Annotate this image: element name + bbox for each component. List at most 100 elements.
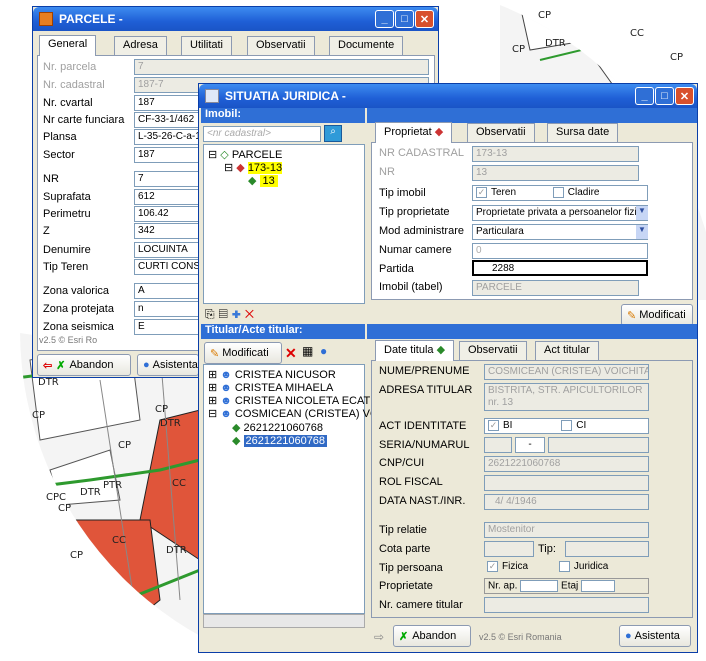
- tab-date-titular[interactable]: Date titula ◆: [375, 340, 455, 361]
- help-icon[interactable]: ●: [320, 344, 327, 358]
- parcele-field-label: Nr. cadastral: [43, 79, 105, 91]
- partida-field[interactable]: 2288: [472, 260, 648, 276]
- imobil-tree: ⊟ ◇ PARCELE ⊟ ◆ 173-13 ◆ 13: [203, 144, 365, 304]
- titular-tree-item[interactable]: ⊞ ☻ CRISTEA NICOLETA ECATE: [208, 394, 378, 407]
- tab-observatii[interactable]: Observatii: [247, 36, 315, 55]
- expand-icon[interactable]: ⊞: [208, 382, 220, 394]
- collapse-icon[interactable]: ⊟: [208, 408, 220, 420]
- forward-arrow-icon[interactable]: ⇨: [374, 630, 384, 644]
- person-icon: ☻: [220, 369, 235, 381]
- numar-camere-field[interactable]: 0: [472, 243, 648, 259]
- delete-icon[interactable]: ✕: [245, 307, 258, 321]
- tab-adresa[interactable]: Adresa: [114, 36, 167, 55]
- person-icon: ☻: [220, 408, 235, 420]
- act-identitate-group: ✓ BI CI: [484, 418, 649, 434]
- parcele-field-label: NR: [43, 173, 59, 185]
- tag-icon: ◆: [436, 344, 446, 356]
- parcele-field-label: Nr carte funciara: [43, 114, 125, 126]
- close-button[interactable]: ✕: [675, 87, 694, 105]
- situatia-window: SITUATIA JURIDICA - _ □ ✕ Imobil: <nr ca…: [198, 83, 698, 653]
- cnp-tree-item[interactable]: ◆ 2621221060768: [232, 421, 323, 434]
- numar-field[interactable]: -: [515, 437, 545, 453]
- version-text: v2.5 © Esri Romania: [479, 632, 562, 642]
- imobil-tabel-label: Imobil (tabel): [379, 281, 443, 293]
- titular-tree-item[interactable]: ⊞ ☻ CRISTEA MIHAELA: [208, 381, 333, 394]
- cancel-icon: ✗: [56, 359, 66, 372]
- juridica-checkbox[interactable]: [558, 561, 570, 572]
- tab-observatii-titular[interactable]: Observatii: [459, 341, 527, 360]
- tab-act-titular[interactable]: Act titular: [535, 341, 599, 360]
- map-label: CP: [538, 10, 552, 21]
- asistenta-button[interactable]: ● Asistenta: [619, 625, 691, 647]
- etaj-field[interactable]: [581, 580, 616, 592]
- map-label: DTR: [38, 377, 59, 388]
- titular-header: Titular/Acte titular:: [201, 324, 365, 339]
- tip-relatie-select[interactable]: Mostenitor: [484, 522, 649, 538]
- tab-general[interactable]: General: [39, 35, 97, 56]
- tab-proprietat[interactable]: Proprietat ◆: [375, 122, 453, 143]
- parcele-field-label: Z: [43, 225, 50, 237]
- asistenta-button[interactable]: ● Asistenta: [137, 354, 199, 376]
- tip-select[interactable]: [565, 541, 649, 557]
- map-label: DTR: [545, 38, 566, 49]
- horizontal-scrollbar[interactable]: [203, 614, 365, 628]
- fizica-checkbox[interactable]: ✓: [487, 561, 498, 572]
- imobil-toolbar: ⎘▤✚✕: [205, 307, 258, 322]
- parcele-field-label: Plansa: [43, 131, 77, 143]
- document-icon[interactable]: ▦: [302, 344, 313, 358]
- abandon-button[interactable]: ✗ Abandon: [393, 625, 471, 647]
- tip-proprietate-label: Tip proprietate: [379, 206, 450, 218]
- modificati-titular-button[interactable]: ✎ Modificati: [204, 342, 282, 364]
- collapse-icon: ⊟: [208, 149, 218, 161]
- map-label: DTR: [160, 418, 181, 429]
- abandon-button[interactable]: ⇦ ✗ Abandon: [37, 354, 131, 376]
- bi-checkbox[interactable]: ✓: [488, 420, 499, 431]
- titular-tree-item[interactable]: ⊞ ☻ CRISTEA NICUSOR: [208, 368, 336, 381]
- app-icon: [39, 12, 53, 26]
- tip-proprietate-select[interactable]: Proprietate privata a persoanelor fizic: [472, 205, 648, 221]
- chevron-down-icon[interactable]: ▼: [636, 206, 648, 220]
- expand-icon[interactable]: ⊞: [208, 395, 220, 407]
- teren-checkbox[interactable]: ✓: [476, 187, 487, 198]
- paste-icon[interactable]: ▤: [219, 307, 232, 321]
- nr-ap-field[interactable]: [520, 580, 559, 592]
- map-label: CP: [58, 503, 72, 514]
- titular-tree-item[interactable]: ⊟ ☻ COSMICEAN (CRISTEA) VOI: [208, 407, 382, 420]
- cadastral-search-input[interactable]: <nr cadastral>: [203, 126, 321, 142]
- map-label: DTR: [80, 487, 101, 498]
- parcele-title: PARCELE -: [59, 12, 123, 26]
- cnp-tree-item[interactable]: ◆ 2621221060768: [232, 434, 328, 447]
- partida-label: Partida: [379, 263, 414, 275]
- tree-node-13[interactable]: ◆ 13: [248, 174, 278, 187]
- act-identitate-label: ACT IDENTITATE: [379, 420, 467, 432]
- cladire-checkbox[interactable]: [552, 187, 564, 198]
- map-label: CC: [172, 478, 186, 489]
- minimize-button[interactable]: _: [375, 10, 394, 28]
- nr-field: 13: [472, 165, 639, 181]
- tab-sursa-date[interactable]: Sursa date: [547, 123, 619, 142]
- chevron-down-icon[interactable]: ▼: [636, 225, 648, 239]
- delete-titular-icon[interactable]: ✕: [285, 345, 297, 362]
- tab-documente[interactable]: Documente: [329, 36, 404, 55]
- mod-administrare-select[interactable]: Particulara: [472, 224, 648, 240]
- cota-parte-field[interactable]: [484, 541, 534, 557]
- copy-icon[interactable]: ⎘: [205, 307, 219, 321]
- maximize-button[interactable]: □: [395, 10, 414, 28]
- tree-node-173-13[interactable]: ⊟ ◆ 173-13: [224, 161, 283, 174]
- minimize-button[interactable]: _: [635, 87, 654, 105]
- expand-icon[interactable]: ⊞: [208, 369, 220, 381]
- maximize-button[interactable]: □: [655, 87, 674, 105]
- search-button[interactable]: ⌕: [324, 125, 342, 142]
- titular-tree: ⊞ ☻ CRISTEA NICUSOR ⊞ ☻ CRISTEA MIHAELA ⊞ …: [203, 364, 382, 614]
- nr-cadastral-field: 173-13: [472, 146, 639, 162]
- modificati-button[interactable]: ✎ Modificati: [621, 304, 693, 326]
- version-text: v2.5 © Esri Ro: [39, 335, 98, 345]
- tab-utilitati[interactable]: Utilitati: [181, 36, 233, 55]
- edit-icon: ✎: [627, 309, 637, 322]
- add-icon[interactable]: ✚: [232, 307, 245, 321]
- tab-observatii[interactable]: Observatii: [467, 123, 535, 142]
- map-label: DTR: [166, 545, 187, 556]
- tree-node-parcele[interactable]: ⊟ ◇ PARCELE: [208, 148, 282, 161]
- close-button[interactable]: ✕: [415, 10, 434, 28]
- ci-checkbox[interactable]: [561, 420, 573, 431]
